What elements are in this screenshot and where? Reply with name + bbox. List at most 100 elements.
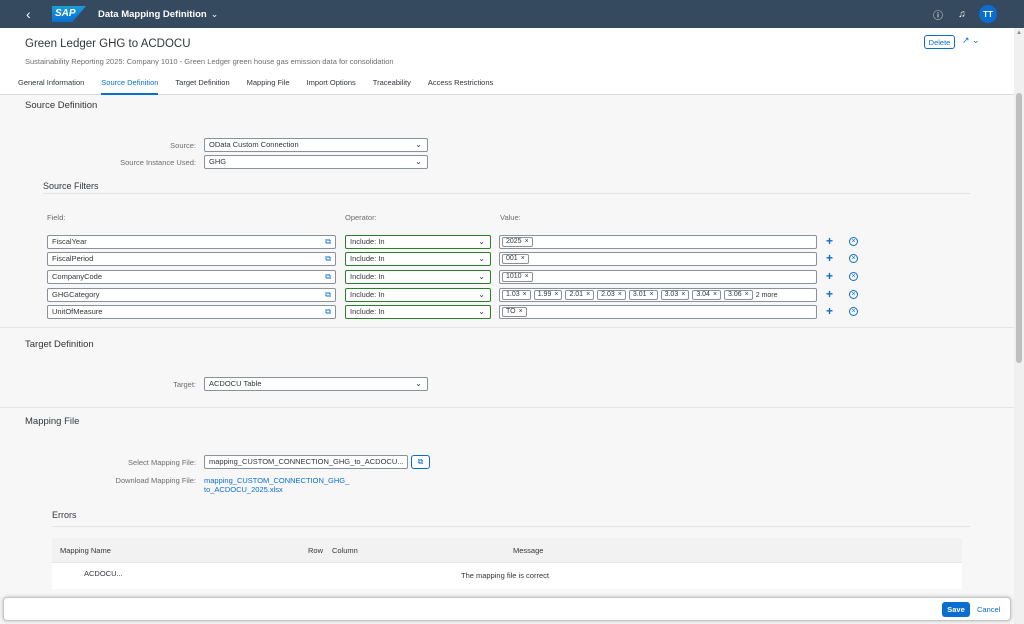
col-header-row[interactable]: Row	[308, 546, 323, 555]
close-icon[interactable]: ×	[618, 291, 622, 298]
filter-operator-select[interactable]: Include: In ⌄	[345, 270, 491, 284]
filter-field-input[interactable]: FiscalPeriod ⧉	[47, 252, 336, 266]
tab-access-restrictions[interactable]: Access Restrictions	[428, 78, 493, 95]
value-token[interactable]: 001 ×	[502, 254, 529, 264]
target-label: Target:	[173, 380, 196, 389]
filter-operator-select[interactable]: Include: In ⌄	[345, 305, 491, 319]
tab-bar: General Information Source Definition Ta…	[18, 78, 510, 95]
add-icon[interactable]: +	[826, 235, 833, 247]
filter-operator-select[interactable]: Include: In ⌄	[345, 235, 491, 249]
tab-import-options[interactable]: Import Options	[307, 78, 356, 95]
remove-icon[interactable]: ×	[849, 272, 858, 281]
tab-general-information[interactable]: General Information	[18, 78, 84, 95]
close-icon[interactable]: ×	[525, 273, 529, 280]
close-icon[interactable]: ×	[650, 291, 654, 298]
filter-value-multiinput[interactable]: 001 ×	[499, 252, 817, 266]
close-icon[interactable]: ×	[713, 291, 717, 298]
remove-icon[interactable]: ×	[849, 290, 858, 299]
filter-field-input[interactable]: GHGCategory ⧉	[47, 288, 336, 302]
close-icon[interactable]: ×	[519, 308, 523, 315]
avatar[interactable]: TT	[979, 5, 997, 23]
value-help-icon[interactable]: ⧉	[325, 236, 331, 248]
value-token[interactable]: 2.01 ×	[565, 290, 595, 300]
filter-field-value: CompanyCode	[52, 272, 103, 281]
main-content: Source Definition Source: OData Custom C…	[0, 96, 1014, 624]
add-icon[interactable]: +	[826, 288, 833, 300]
chevron-down-icon: ⌄	[478, 254, 485, 263]
share-icon[interactable]: ↗ ⌄	[962, 35, 980, 46]
filter-operator-select[interactable]: Include: In ⌄	[345, 288, 491, 302]
filter-field-input[interactable]: UnitOfMeasure ⧉	[47, 305, 336, 319]
value-token[interactable]: 1010 ×	[502, 272, 533, 282]
close-icon[interactable]: ×	[586, 291, 590, 298]
close-icon[interactable]: ×	[523, 291, 527, 298]
help-icon[interactable]: ⓘ	[931, 7, 945, 22]
close-icon[interactable]: ×	[681, 291, 685, 298]
download-mapping-file-label: Download Mapping File:	[115, 476, 196, 485]
scrollbar-thumb[interactable]	[1016, 93, 1022, 363]
chevron-down-icon[interactable]: ⌄	[211, 9, 219, 20]
value-token[interactable]: 3.04 ×	[692, 290, 722, 300]
back-arrow-icon[interactable]: ‹	[26, 6, 46, 22]
value-token[interactable]: 2.03 ×	[597, 290, 626, 300]
filter-value-multiinput[interactable]: 2025 ×	[499, 235, 817, 249]
filter-field-input[interactable]: CompanyCode ⧉	[47, 270, 336, 284]
close-icon[interactable]: ×	[554, 291, 558, 298]
source-instance-select[interactable]: GHG ⌄	[204, 155, 428, 169]
value-token[interactable]: 3.01 ×	[628, 290, 658, 300]
errors-title: Errors	[52, 510, 77, 520]
tab-mapping-file[interactable]: Mapping File	[247, 78, 290, 95]
value-help-icon[interactable]: ⧉	[325, 289, 331, 301]
col-header-message[interactable]: Message	[513, 546, 543, 555]
value-help-icon[interactable]: ⧉	[325, 271, 331, 283]
value-token[interactable]: 3.06 ×	[724, 290, 753, 300]
tab-source-definition[interactable]: Source Definition	[101, 78, 159, 95]
table-row[interactable]: ACDOCU... The mapping file is correct	[52, 563, 962, 589]
col-header-column[interactable]: Column	[332, 546, 358, 555]
add-icon[interactable]: +	[826, 305, 833, 317]
value-token[interactable]: 1.03 ×	[502, 290, 531, 300]
bell-icon[interactable]: ♫	[955, 9, 969, 20]
scrollbar[interactable]: ▲	[1014, 28, 1024, 624]
page-title: Green Ledger GHG to ACDOCU	[25, 38, 191, 50]
delete-button[interactable]: Delete	[924, 35, 955, 49]
cancel-button[interactable]: Cancel	[977, 605, 1000, 614]
target-select[interactable]: ACDOCU Table ⌄	[204, 377, 428, 391]
save-button[interactable]: Save	[942, 602, 970, 617]
more-tokens-link[interactable]: 2 more	[756, 292, 778, 299]
tab-traceability[interactable]: Traceability	[373, 78, 411, 95]
filter-value-multiinput[interactable]: 1.03 × 1.99 × 2.01 × 2.03 × 3.01 × 3.03 × 3.04…	[499, 288, 817, 302]
close-icon[interactable]: ×	[525, 238, 529, 245]
remove-icon[interactable]: ×	[849, 237, 858, 246]
tab-target-definition[interactable]: Target Definition	[175, 78, 229, 95]
close-icon[interactable]: ×	[745, 291, 749, 298]
filter-operator-select[interactable]: Include: In ⌄	[345, 252, 491, 266]
remove-icon[interactable]: ×	[849, 254, 858, 263]
source-select[interactable]: OData Custom Connection ⌄	[204, 138, 428, 152]
filter-field-value: UnitOfMeasure	[52, 307, 103, 316]
remove-icon[interactable]: ×	[849, 307, 858, 316]
filter-operator-value: Include: In	[350, 272, 385, 281]
filter-field-input[interactable]: FiscalYear ⧉	[47, 235, 336, 249]
app-title[interactable]: Data Mapping Definition	[98, 9, 207, 20]
value-token[interactable]: TO ×	[502, 307, 527, 317]
object-header: Green Ledger GHG to ACDOCU Sustainabilit…	[0, 28, 1014, 95]
col-header-mapping-name[interactable]: Mapping Name	[60, 546, 111, 555]
add-icon[interactable]: +	[826, 270, 833, 282]
value-token[interactable]: 2025 ×	[502, 237, 533, 247]
add-icon[interactable]: +	[826, 252, 833, 264]
close-icon[interactable]: ×	[521, 255, 525, 262]
value-token[interactable]: 1.99 ×	[533, 290, 563, 300]
scroll-up-icon[interactable]: ▲	[1016, 30, 1022, 36]
mapping-file-input[interactable]: mapping_CUSTOM_CONNECTION_GHG_to_ACDOCU.…	[204, 455, 408, 469]
filter-value-multiinput[interactable]: 1010 ×	[499, 270, 817, 284]
value-help-icon[interactable]: ⧉	[325, 306, 331, 318]
value-help-icon[interactable]: ⧉	[325, 253, 331, 265]
download-mapping-file-link[interactable]: mapping_CUSTOM_CONNECTION_GHG_ to_ACDOCU…	[204, 476, 349, 494]
filter-field-value: FiscalPeriod	[52, 254, 94, 263]
value-token[interactable]: 3.03 ×	[660, 290, 690, 300]
browse-file-icon[interactable]: ⧉	[411, 455, 430, 469]
chevron-down-icon: ⌄	[478, 237, 485, 246]
filter-value-multiinput[interactable]: TO ×	[499, 305, 817, 319]
target-definition-title: Target Definition	[25, 339, 94, 350]
